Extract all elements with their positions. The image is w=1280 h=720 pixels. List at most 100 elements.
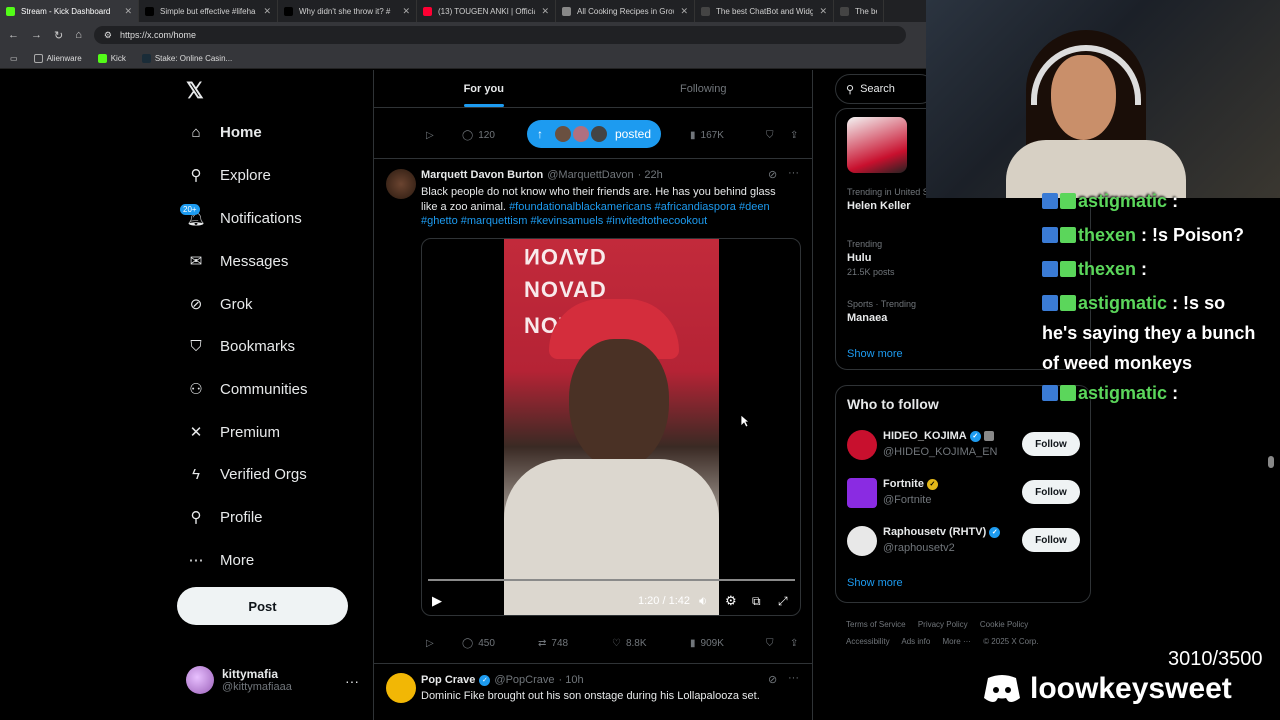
views-button[interactable]: ▮ 167K bbox=[690, 130, 724, 141]
fullscreen-icon[interactable]: ⤢ bbox=[778, 594, 788, 609]
tweet-time[interactable]: · 22h bbox=[638, 169, 663, 181]
tab-following[interactable]: Following bbox=[594, 70, 814, 107]
grok-icon[interactable]: ⊘ bbox=[768, 673, 777, 686]
reload-icon[interactable]: ↻ bbox=[54, 29, 63, 42]
browser-tab[interactable]: (13) TOUGEN ANKI | Officia ✕ bbox=[417, 0, 556, 22]
close-tab-icon[interactable]: ✕ bbox=[402, 6, 410, 17]
follow-button[interactable]: Follow bbox=[1022, 528, 1080, 552]
bookmark-kick[interactable]: Kick bbox=[97, 53, 126, 63]
site-info-icon[interactable]: ⚙ bbox=[104, 30, 112, 41]
footer-link[interactable]: Ads info bbox=[901, 637, 930, 646]
nav-home[interactable]: ⌂ Home bbox=[186, 122, 261, 142]
browser-tab[interactable]: Stream - Kick Dashboard ✕ bbox=[0, 0, 139, 22]
follow-button[interactable]: Follow bbox=[1022, 480, 1080, 504]
url-field[interactable]: ⚙ https://x.com/home bbox=[93, 26, 906, 44]
x-logo-icon[interactable]: 𝕏 bbox=[186, 78, 204, 104]
live-thumbnail[interactable] bbox=[847, 117, 907, 173]
author-name[interactable]: Pop Crave bbox=[421, 674, 475, 686]
footer-link[interactable]: Privacy Policy bbox=[918, 620, 968, 629]
close-tab-icon[interactable]: ✕ bbox=[263, 6, 271, 17]
play-icon[interactable]: ▷ bbox=[426, 130, 434, 141]
trend-item[interactable]: Sports · Trending Manaea bbox=[847, 299, 916, 324]
browser-tab[interactable]: All Cooking Recipes in Grow ✕ bbox=[556, 0, 695, 22]
avatar[interactable] bbox=[386, 169, 416, 199]
more-dots-icon[interactable]: ··· bbox=[788, 672, 799, 684]
trend-item[interactable]: Trending Hulu 21.5K posts bbox=[847, 239, 895, 277]
nav-explore[interactable]: ⚲ Explore bbox=[186, 165, 271, 185]
avatar[interactable] bbox=[847, 478, 877, 508]
home-icon[interactable]: ⌂ bbox=[75, 29, 82, 41]
post-button[interactable]: Post bbox=[177, 587, 348, 625]
search-input[interactable]: ⚲ Search bbox=[835, 74, 935, 104]
browser-tab[interactable]: The best ChatBot and Widg ✕ bbox=[695, 0, 834, 22]
views-button[interactable]: ▮ 909K bbox=[690, 638, 724, 649]
repost-button[interactable]: ⇄ 748 bbox=[538, 638, 568, 649]
show-more-link[interactable]: Show more bbox=[847, 348, 903, 360]
bookmark-icon[interactable]: ⛉ bbox=[766, 638, 774, 649]
volume-icon[interactable]: 🔉︎ bbox=[699, 593, 707, 609]
more-dots-icon[interactable]: ··· bbox=[788, 167, 799, 179]
close-tab-icon[interactable]: ✕ bbox=[124, 6, 132, 17]
play-icon[interactable]: ▶ bbox=[432, 593, 442, 609]
like-button[interactable]: ♡ 8.8K bbox=[612, 638, 647, 649]
bookmarks-menu-icon[interactable]: ▭ bbox=[10, 54, 18, 63]
video-frame[interactable]: NOVAD NOVAD NOVA bbox=[504, 239, 719, 615]
share-icon[interactable]: ⇪ bbox=[790, 130, 798, 141]
nav-more[interactable]: ⋯ More bbox=[186, 550, 255, 570]
browser-tab[interactable]: Why didn't she throw it? # ✕ bbox=[278, 0, 417, 22]
browser-tab[interactable]: The best Cha bbox=[834, 0, 884, 22]
close-tab-icon[interactable]: ✕ bbox=[541, 6, 549, 17]
account-switcher[interactable]: kittymafia @kittymafiaaa bbox=[186, 666, 292, 694]
footer-link[interactable]: Accessibility bbox=[846, 637, 890, 646]
video-progress-bar[interactable] bbox=[428, 579, 795, 581]
follow-suggestion[interactable]: HIDEO_KOJIMA ✓ @HIDEO_KOJIMA_EN Follow bbox=[847, 428, 1081, 464]
footer-link[interactable]: More ··· bbox=[943, 637, 971, 646]
tweet[interactable]: Marquett Davon Burton @MarquettDavon · 2… bbox=[374, 158, 813, 663]
forward-icon[interactable]: → bbox=[31, 29, 42, 41]
close-tab-icon[interactable]: ✕ bbox=[680, 6, 688, 17]
nav-premium[interactable]: ✕ Premium bbox=[186, 422, 280, 442]
browser-tab[interactable]: Simple but effective #lifeha ✕ bbox=[139, 0, 278, 22]
nav-notifications[interactable]: 🔔︎ Notifications bbox=[186, 208, 301, 228]
new-posts-pill[interactable]: ↑ posted bbox=[527, 120, 661, 148]
nav-verified-orgs[interactable]: ϟ Verified Orgs bbox=[186, 464, 307, 484]
back-icon[interactable]: ← bbox=[8, 29, 19, 41]
scrollbar-thumb[interactable] bbox=[1268, 456, 1274, 468]
nav-grok[interactable]: ⊘ Grok bbox=[186, 294, 253, 314]
tweet[interactable]: Pop Crave ✓ @PopCrave · 10h ⊘ ··· Domini… bbox=[374, 663, 813, 720]
close-tab-icon[interactable]: ✕ bbox=[819, 6, 827, 17]
footer-link[interactable]: Terms of Service bbox=[846, 620, 906, 629]
play-icon[interactable]: ▷ bbox=[426, 638, 434, 649]
tab-favicon-icon bbox=[840, 6, 849, 16]
avatar[interactable] bbox=[847, 526, 877, 556]
nav-bookmarks[interactable]: ⛉ Bookmarks bbox=[186, 336, 295, 356]
tab-for-you[interactable]: For you bbox=[374, 70, 594, 107]
nav-communities[interactable]: ⚇ Communities bbox=[186, 379, 307, 399]
author-handle[interactable]: @PopCrave bbox=[494, 674, 554, 686]
author-name[interactable]: Marquett Davon Burton bbox=[421, 169, 543, 181]
reply-button[interactable]: ◯ 120 bbox=[462, 130, 495, 141]
chat-username: astigmatic bbox=[1078, 191, 1168, 211]
follow-suggestion[interactable]: Fortnite ✓ @Fortnite Follow bbox=[847, 476, 1081, 512]
grok-icon[interactable]: ⊘ bbox=[768, 168, 777, 181]
tweet-time[interactable]: · 10h bbox=[559, 674, 584, 686]
bookmark-alienware[interactable]: Alienware bbox=[33, 53, 82, 63]
avatar[interactable] bbox=[847, 430, 877, 460]
reply-button[interactable]: ◯ 450 bbox=[462, 638, 495, 649]
more-dots-icon[interactable]: ··· bbox=[345, 673, 359, 689]
nav-profile[interactable]: ⚲ Profile bbox=[186, 507, 263, 527]
share-icon[interactable]: ⇪ bbox=[790, 638, 798, 649]
nav-messages[interactable]: ✉ Messages bbox=[186, 251, 289, 271]
avatar[interactable] bbox=[386, 673, 416, 703]
follow-suggestion[interactable]: Raphousetv (RHTV) ✓ @raphousetv2 Follow bbox=[847, 524, 1081, 560]
show-more-link[interactable]: Show more bbox=[847, 577, 903, 589]
avatar bbox=[589, 124, 609, 144]
follow-button[interactable]: Follow bbox=[1022, 432, 1080, 456]
avatar bbox=[571, 124, 591, 144]
picture-in-picture-icon[interactable]: ⧉ bbox=[752, 594, 761, 609]
footer-link[interactable]: Cookie Policy bbox=[980, 620, 1028, 629]
bookmark-stake[interactable]: Stake: Online Casin... bbox=[141, 53, 232, 63]
bookmark-icon[interactable]: ⛉ bbox=[766, 130, 774, 141]
author-handle[interactable]: @MarquettDavon bbox=[547, 169, 633, 181]
settings-gear-icon[interactable]: ⚙ bbox=[725, 593, 737, 609]
